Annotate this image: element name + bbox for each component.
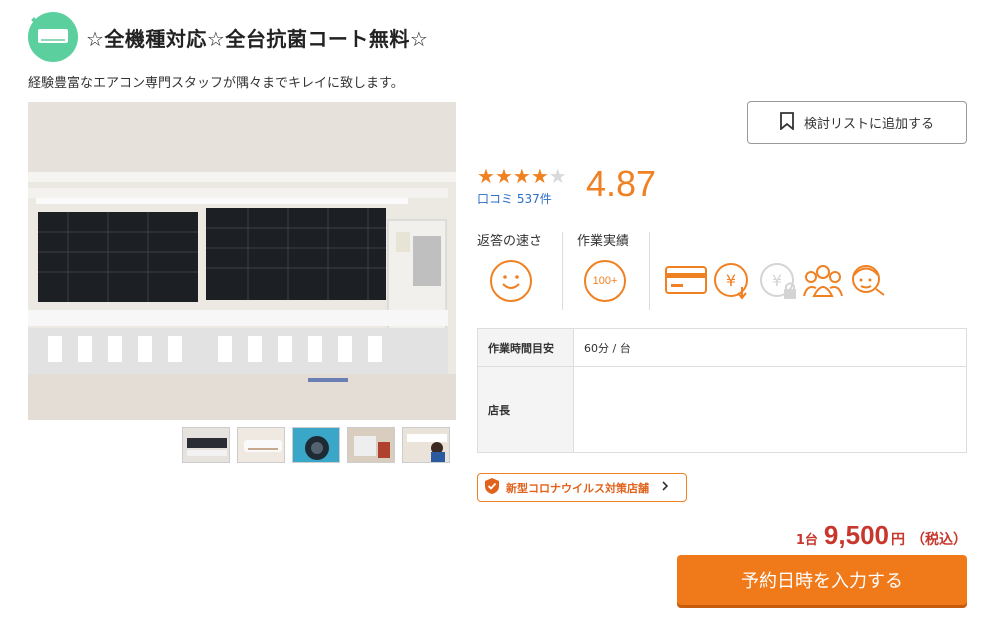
rating-score: 4.87 xyxy=(586,163,657,204)
covid-measures-label: 新型コロナウイルス対策店舗 xyxy=(506,481,649,495)
thumbnail[interactable] xyxy=(292,427,340,463)
smile-icon xyxy=(490,260,532,302)
price-value: 9,500 xyxy=(823,520,889,550)
thumbnail-strip xyxy=(182,427,450,463)
star-filled-icon: ★ xyxy=(477,164,495,188)
cash-payment-icon: ¥ xyxy=(712,261,754,305)
thumbnail[interactable] xyxy=(237,427,285,463)
reserve-datetime-button[interactable]: 予約日時を入力する xyxy=(677,555,967,605)
locked-payment-icon: ¥ xyxy=(758,261,800,305)
price-unit: 1台 xyxy=(795,533,818,548)
star-filled-icon: ★ xyxy=(512,164,531,188)
star-empty-icon: ★ xyxy=(548,164,567,188)
rating-stars: ★ ★ ★ ★ ★ xyxy=(477,166,567,186)
response-speed-metric: 返答の速さ xyxy=(477,230,542,249)
shop-title: ☆全機種対応☆全台抗菌コート無料☆ xyxy=(86,26,429,51)
thumbnail[interactable] xyxy=(347,427,395,463)
thumbnail[interactable] xyxy=(402,427,450,463)
info-table: 作業時間目安 60分 / 台 店長 xyxy=(477,328,967,453)
add-to-list-label: 検討リストに追加する xyxy=(803,117,934,132)
table-row: 作業時間目安 60分 / 台 xyxy=(477,328,967,367)
manager-value xyxy=(573,366,967,453)
air-conditioner-icon xyxy=(28,12,78,62)
star-filled-icon: ★ xyxy=(530,164,549,188)
shield-icon xyxy=(484,477,500,498)
response-speed-label: 返答の速さ xyxy=(477,234,543,249)
bookmark-icon xyxy=(780,111,794,134)
staff-icon xyxy=(848,261,888,305)
manager-label: 店長 xyxy=(477,366,574,453)
shop-subtitle: 経験豊富なエアコン専門スタッフが隅々までキレイに致します。 xyxy=(28,76,404,91)
metric-divider xyxy=(562,232,563,310)
chevron-right-icon xyxy=(661,480,669,495)
price: 1台 9,500 円 （税込） xyxy=(796,520,967,551)
metric-divider xyxy=(649,232,650,310)
credit-card-icon xyxy=(664,264,708,300)
svg-text:¥: ¥ xyxy=(772,271,782,290)
svg-text:¥: ¥ xyxy=(726,271,736,290)
price-currency: 円 xyxy=(891,532,905,548)
thumbnail[interactable] xyxy=(182,427,230,463)
work-results-label: 作業実績 xyxy=(577,234,630,249)
price-tax: （税込） xyxy=(911,532,967,548)
reviews-link[interactable]: 口コミ 537件 xyxy=(477,190,567,207)
work-results-metric: 作業実績 xyxy=(577,230,629,249)
results-badge-icon: 100+ xyxy=(584,260,626,302)
work-time-value: 60分 / 台 xyxy=(573,328,967,367)
add-to-list-button[interactable]: 検討リストに追加する xyxy=(747,101,967,144)
star-filled-icon: ★ xyxy=(494,164,513,188)
work-time-label: 作業時間目安 xyxy=(477,328,574,367)
group-icon xyxy=(802,262,844,304)
main-photo[interactable] xyxy=(28,102,456,420)
table-row: 店長 xyxy=(477,366,967,453)
rating-block: ★ ★ ★ ★ ★ 口コミ 537件 xyxy=(477,166,567,207)
shop-header: ☆全機種対応☆全台抗菌コート無料☆ xyxy=(28,12,428,62)
covid-measures-badge[interactable]: 新型コロナウイルス対策店舗 xyxy=(477,473,687,502)
